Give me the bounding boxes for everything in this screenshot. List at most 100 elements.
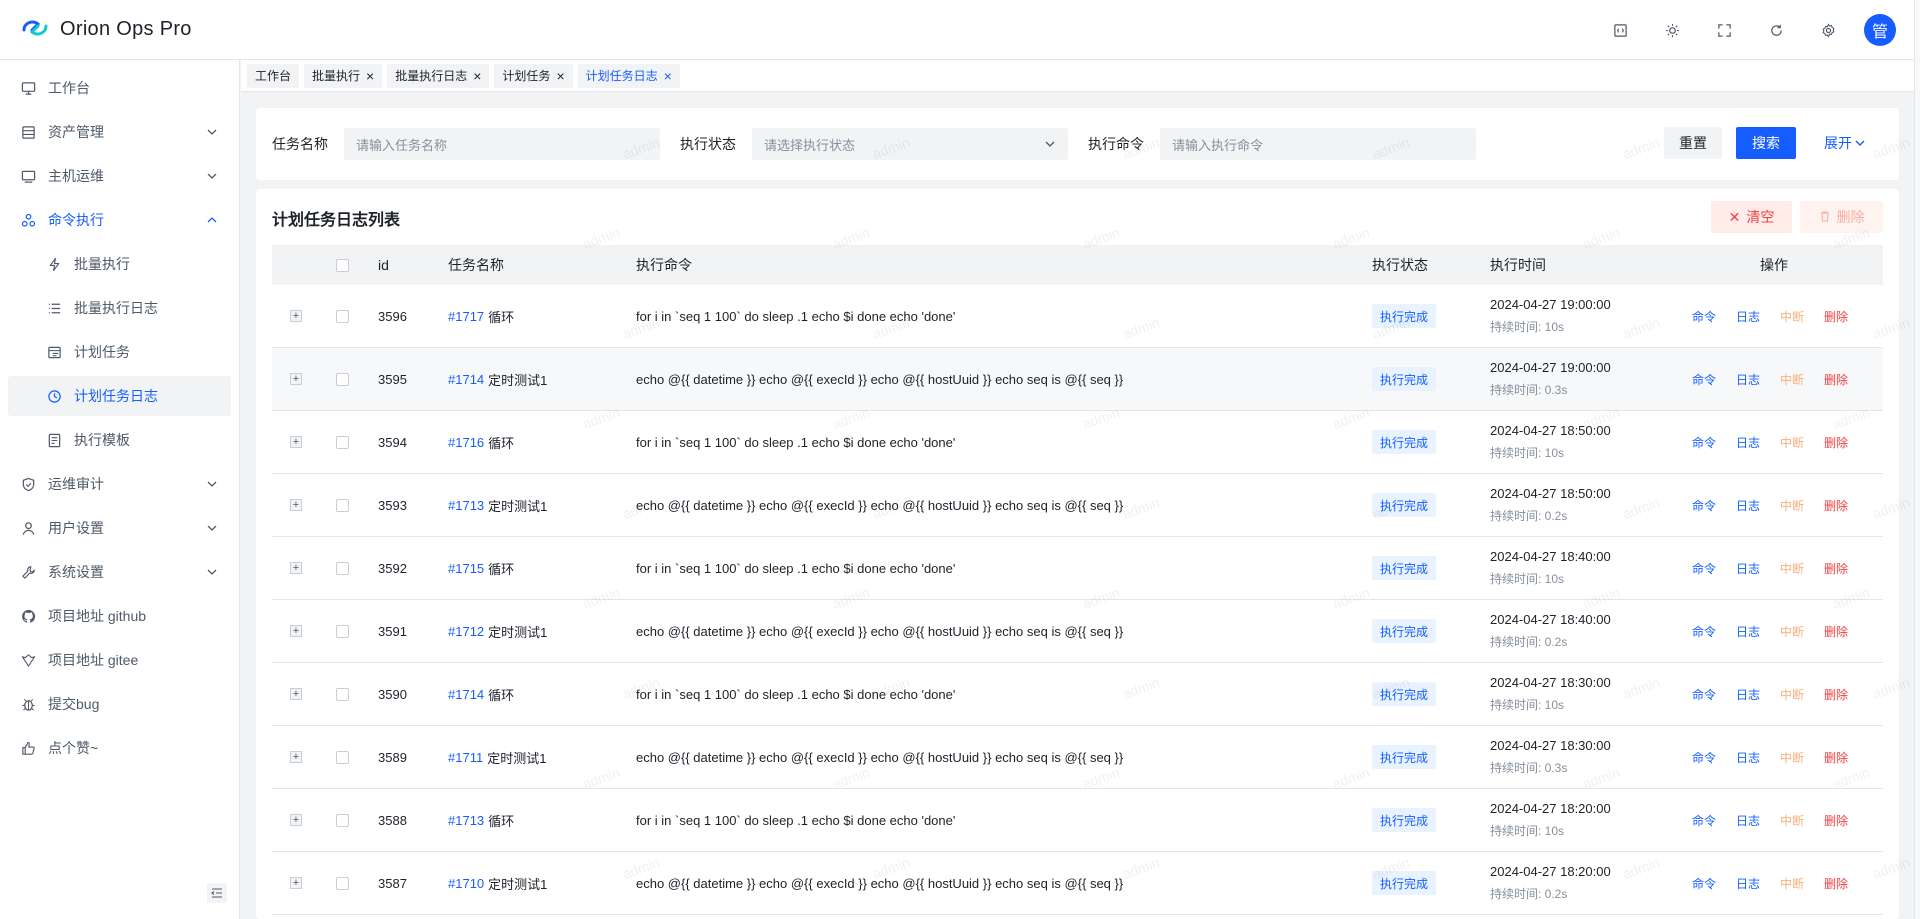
task-link[interactable]: #1717 xyxy=(448,309,484,324)
tab-close-icon[interactable]: × xyxy=(473,69,481,83)
tab-close-icon[interactable]: × xyxy=(664,69,672,83)
row-expand-button[interactable]: + xyxy=(290,411,302,473)
interrupt-link[interactable]: 中断 xyxy=(1780,623,1804,640)
row-delete-link[interactable]: 删除 xyxy=(1824,749,1848,766)
row-expand-button[interactable]: + xyxy=(290,348,302,410)
tab-4[interactable]: 计划任务日志 × xyxy=(577,63,680,88)
command-link[interactable]: 命令 xyxy=(1692,497,1716,514)
row-checkbox[interactable] xyxy=(336,285,349,347)
interrupt-link[interactable]: 中断 xyxy=(1780,434,1804,451)
reset-button[interactable]: 重置 xyxy=(1664,127,1722,159)
task-link[interactable]: #1714 xyxy=(448,372,484,387)
sidebar-item-8[interactable]: 执行模板 xyxy=(8,420,231,460)
tab-close-icon[interactable]: × xyxy=(366,69,374,83)
row-expand-button[interactable]: + xyxy=(290,537,302,599)
log-link[interactable]: 日志 xyxy=(1736,623,1760,640)
row-delete-link[interactable]: 删除 xyxy=(1824,497,1848,514)
row-expand-button[interactable]: + xyxy=(290,663,302,725)
task-link[interactable]: #1710 xyxy=(448,876,484,891)
row-expand-button[interactable]: + xyxy=(290,726,302,788)
row-checkbox[interactable] xyxy=(336,663,349,725)
fullscreen-icon[interactable] xyxy=(1708,14,1740,46)
row-checkbox[interactable] xyxy=(336,852,349,914)
task-name-input[interactable]: 请输入任务名称 xyxy=(344,128,660,160)
sidebar-item-13[interactable]: 项目地址 gitee xyxy=(8,640,231,680)
task-link[interactable]: #1715 xyxy=(448,561,484,576)
interrupt-link[interactable]: 中断 xyxy=(1780,812,1804,829)
sidebar-item-7[interactable]: 计划任务日志 xyxy=(8,376,231,416)
row-checkbox[interactable] xyxy=(336,474,349,536)
task-link[interactable]: #1713 xyxy=(448,498,484,513)
row-delete-link[interactable]: 删除 xyxy=(1824,371,1848,388)
select-all-checkbox[interactable] xyxy=(336,245,349,285)
row-expand-button[interactable]: + xyxy=(290,600,302,662)
interrupt-link[interactable]: 中断 xyxy=(1780,497,1804,514)
sidebar-item-12[interactable]: 项目地址 github xyxy=(8,596,231,636)
expand-button[interactable]: 展开 xyxy=(1824,127,1866,159)
row-expand-button[interactable]: + xyxy=(290,789,302,851)
task-link[interactable]: #1711 xyxy=(448,750,483,765)
row-delete-link[interactable]: 删除 xyxy=(1824,560,1848,577)
row-delete-link[interactable]: 删除 xyxy=(1824,623,1848,640)
row-checkbox[interactable] xyxy=(336,789,349,851)
row-delete-link[interactable]: 删除 xyxy=(1824,686,1848,703)
log-link[interactable]: 日志 xyxy=(1736,686,1760,703)
command-link[interactable]: 命令 xyxy=(1692,308,1716,325)
row-checkbox[interactable] xyxy=(336,537,349,599)
command-link[interactable]: 命令 xyxy=(1692,434,1716,451)
command-link[interactable]: 命令 xyxy=(1692,875,1716,892)
interrupt-link[interactable]: 中断 xyxy=(1780,308,1804,325)
log-link[interactable]: 日志 xyxy=(1736,875,1760,892)
log-link[interactable]: 日志 xyxy=(1736,749,1760,766)
command-link[interactable]: 命令 xyxy=(1692,812,1716,829)
tab-3[interactable]: 计划任务 × xyxy=(494,63,573,88)
sidebar-item-3[interactable]: 命令执行 xyxy=(8,200,231,240)
row-delete-link[interactable]: 删除 xyxy=(1824,875,1848,892)
row-expand-button[interactable]: + xyxy=(290,852,302,914)
command-input[interactable]: 请输入执行命令 xyxy=(1160,128,1476,160)
task-link[interactable]: #1714 xyxy=(448,687,484,702)
page-scrollbar[interactable] xyxy=(1914,0,1920,919)
interrupt-link[interactable]: 中断 xyxy=(1780,560,1804,577)
interrupt-link[interactable]: 中断 xyxy=(1780,875,1804,892)
row-delete-link[interactable]: 删除 xyxy=(1824,308,1848,325)
log-link[interactable]: 日志 xyxy=(1736,560,1760,577)
tab-1[interactable]: 批量执行 × xyxy=(304,63,383,88)
row-delete-link[interactable]: 删除 xyxy=(1824,434,1848,451)
sidebar-item-2[interactable]: 主机运维 xyxy=(8,156,231,196)
task-link[interactable]: #1712 xyxy=(448,624,484,639)
command-link[interactable]: 命令 xyxy=(1692,371,1716,388)
search-button[interactable]: 搜索 xyxy=(1736,127,1796,159)
collapse-sidebar-icon[interactable] xyxy=(207,883,227,903)
sidebar-item-0[interactable]: 工作台 xyxy=(8,68,231,108)
interrupt-link[interactable]: 中断 xyxy=(1780,749,1804,766)
row-checkbox[interactable] xyxy=(336,600,349,662)
command-link[interactable]: 命令 xyxy=(1692,623,1716,640)
row-checkbox[interactable] xyxy=(336,348,349,410)
refresh-icon[interactable] xyxy=(1760,14,1792,46)
row-delete-link[interactable]: 删除 xyxy=(1824,812,1848,829)
command-link[interactable]: 命令 xyxy=(1692,749,1716,766)
sidebar-item-11[interactable]: 系统设置 xyxy=(8,552,231,592)
sidebar-item-1[interactable]: 资产管理 xyxy=(8,112,231,152)
sidebar-item-9[interactable]: 运维审计 xyxy=(8,464,231,504)
settings-icon[interactable] xyxy=(1812,14,1844,46)
row-checkbox[interactable] xyxy=(336,726,349,788)
sidebar-item-6[interactable]: 计划任务 xyxy=(8,332,231,372)
command-link[interactable]: 命令 xyxy=(1692,686,1716,703)
status-select[interactable]: 请选择执行状态 xyxy=(752,128,1068,160)
log-link[interactable]: 日志 xyxy=(1736,812,1760,829)
logo[interactable]: Orion Ops Pro xyxy=(20,16,192,43)
tab-2[interactable]: 批量执行日志 × xyxy=(387,63,490,88)
avatar[interactable]: 管 xyxy=(1864,14,1896,46)
log-link[interactable]: 日志 xyxy=(1736,308,1760,325)
log-link[interactable]: 日志 xyxy=(1736,497,1760,514)
task-link[interactable]: #1716 xyxy=(448,435,484,450)
docs-icon[interactable] xyxy=(1604,14,1636,46)
tab-close-icon[interactable]: × xyxy=(556,69,564,83)
row-expand-button[interactable]: + xyxy=(290,474,302,536)
sidebar-item-14[interactable]: 提交bug xyxy=(8,684,231,724)
sidebar-item-15[interactable]: 点个赞~ xyxy=(8,728,231,768)
task-link[interactable]: #1713 xyxy=(448,813,484,828)
row-expand-button[interactable]: + xyxy=(290,285,302,347)
